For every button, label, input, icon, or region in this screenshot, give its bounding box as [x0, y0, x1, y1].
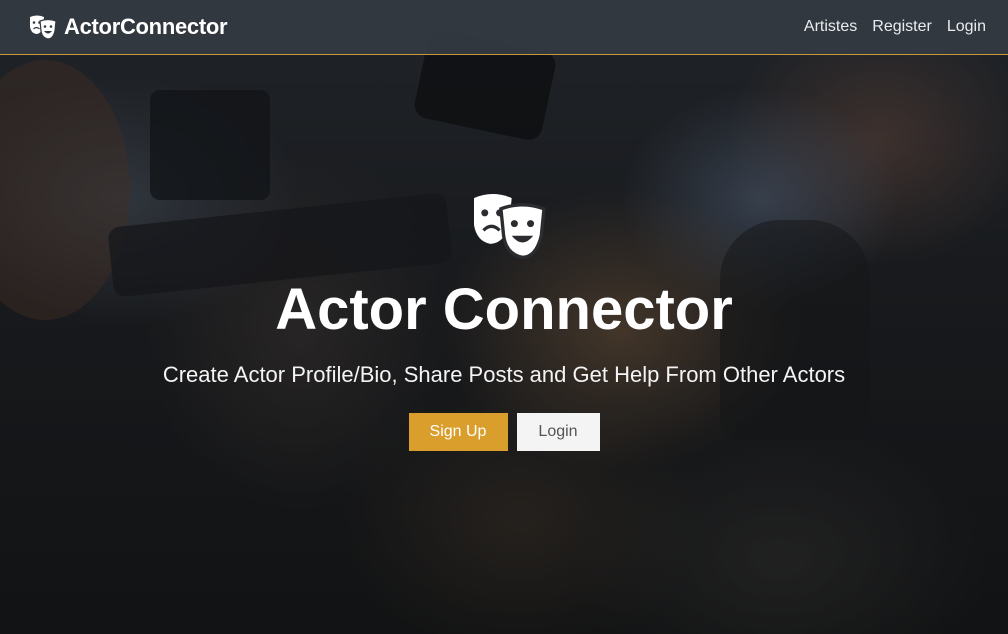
nav-link-artistes[interactable]: Artistes: [804, 18, 857, 36]
hero-buttons: Sign Up Login: [408, 412, 600, 451]
nav-link-register[interactable]: Register: [872, 18, 932, 36]
theater-masks-icon: [30, 15, 57, 40]
nav-links: Artistes Register Login: [804, 18, 986, 36]
login-button[interactable]: Login: [516, 412, 600, 451]
hero-title: Actor Connector: [275, 277, 733, 342]
nav-link-login[interactable]: Login: [947, 18, 986, 36]
theater-masks-icon: [474, 194, 546, 259]
navbar: ActorConnector Artistes Register Login: [0, 0, 1008, 55]
brand-link[interactable]: ActorConnector: [28, 14, 228, 40]
hero-subtitle: Create Actor Profile/Bio, Share Posts an…: [162, 361, 846, 387]
sign-up-button[interactable]: Sign Up: [408, 412, 508, 451]
hero-section: Actor Connector Create Actor Profile/Bio…: [0, 190, 1008, 451]
brand-name: ActorConnector: [64, 14, 228, 39]
background-camera: [150, 90, 270, 200]
